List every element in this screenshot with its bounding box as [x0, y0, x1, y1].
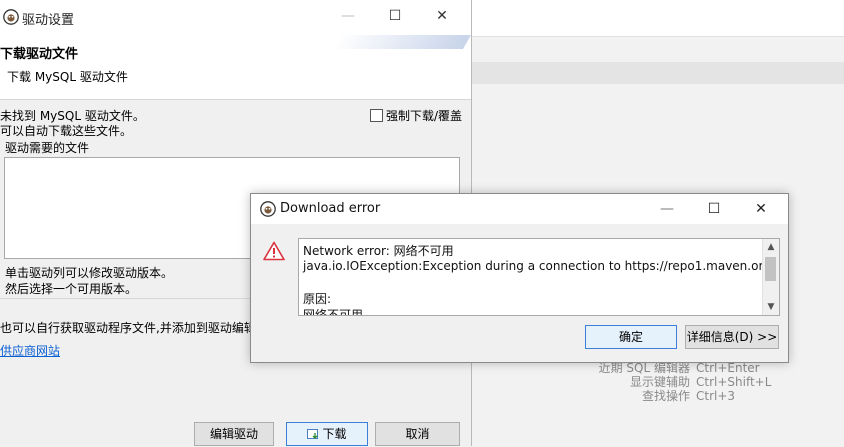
- maximize-icon[interactable]: ☐: [372, 0, 418, 33]
- error-message-box[interactable]: Network error: 网络不可用 java.io.IOException…: [298, 238, 780, 316]
- download-button[interactable]: 下载: [286, 422, 368, 446]
- header-subtitle: 下载 MySQL 驱动文件: [7, 70, 128, 84]
- message-line: 原因:: [303, 292, 332, 306]
- vendor-website-link[interactable]: 供应商网站: [0, 342, 60, 359]
- close-icon[interactable]: ✕: [419, 0, 465, 33]
- warning-icon: [263, 241, 285, 261]
- auto-download-text: 可以自动下载这些文件。: [0, 124, 133, 138]
- error-title: Download error: [280, 201, 381, 216]
- minimize-icon[interactable]: —: [325, 0, 371, 33]
- message-line: java.io.IOException:Exception during a c…: [303, 259, 771, 273]
- minimize-icon[interactable]: —: [644, 194, 690, 224]
- force-download-checkbox[interactable]: 强制下载/覆盖: [370, 107, 462, 124]
- force-download-label: 强制下载/覆盖: [386, 109, 463, 123]
- message-line: 网络不可用: [303, 308, 364, 316]
- manual-driver-text: 也可以自行获取驱动程序文件,并添加到驱动编辑: [0, 321, 256, 335]
- version-hint-text: 单击驱动列可以修改驱动版本。: [5, 266, 174, 280]
- dialog-title: 驱动设置: [22, 13, 75, 28]
- scroll-thumb[interactable]: [765, 257, 776, 281]
- header-decoration: [332, 35, 471, 49]
- message-line: Network error: 网络不可用: [303, 244, 454, 258]
- ok-button[interactable]: 确定: [585, 325, 677, 349]
- dialog-titlebar[interactable]: 驱动设置 — ☐ ✕: [0, 0, 471, 33]
- checkbox-box[interactable]: [370, 109, 383, 122]
- hint-row: 查找操作 Ctrl+3: [641, 389, 736, 403]
- edit-driver-button[interactable]: 编辑驱动: [194, 422, 274, 446]
- maximize-icon[interactable]: ☐: [691, 194, 737, 224]
- dbeaver-app-icon: [260, 201, 276, 217]
- download-icon: [307, 425, 320, 447]
- details-button[interactable]: 详细信息(D) >>: [685, 325, 779, 349]
- header-title: 下载驱动文件: [0, 47, 79, 62]
- scroll-up-icon[interactable]: ▲: [763, 239, 779, 255]
- background-tab-strip: [470, 62, 844, 85]
- download-label: 下载: [322, 427, 347, 441]
- dialog-header: 下载驱动文件 下载 MySQL 驱动文件: [0, 33, 471, 100]
- select-version-text: 然后选择一个可用版本。: [5, 282, 138, 296]
- error-titlebar[interactable]: Download error — ☐ ✕: [251, 194, 788, 224]
- scroll-down-icon[interactable]: ▼: [763, 299, 779, 315]
- download-error-dialog: Download error — ☐ ✕ Network error: 网络不可…: [250, 193, 789, 363]
- background-toolbar: [470, 0, 844, 37]
- close-icon[interactable]: ✕: [738, 194, 784, 224]
- cancel-button[interactable]: 取消: [375, 422, 460, 446]
- message-scrollbar[interactable]: ▲ ▼: [762, 239, 779, 315]
- dbeaver-app-icon: [3, 9, 19, 25]
- driver-files-group-label: 驱动需要的文件: [4, 139, 91, 156]
